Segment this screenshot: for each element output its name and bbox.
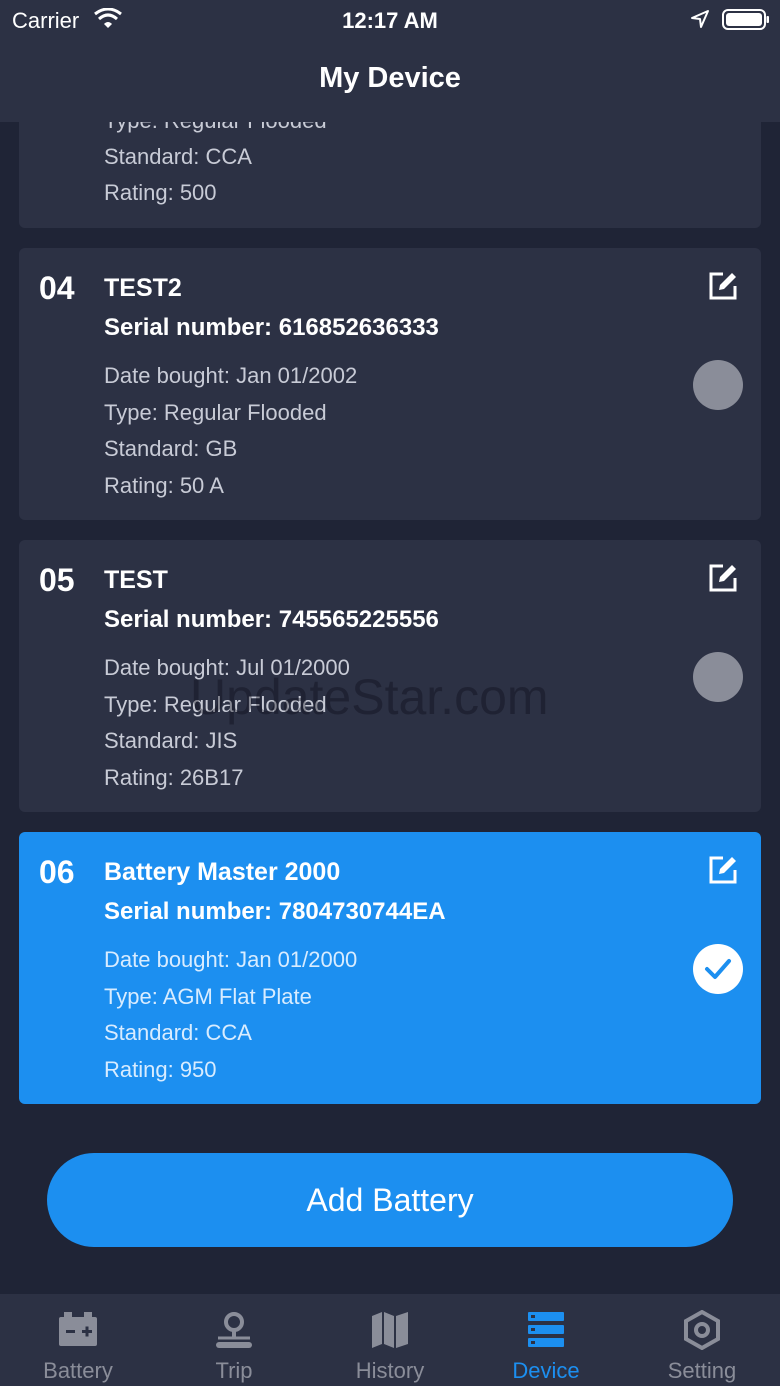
tab-device[interactable]: Device	[468, 1294, 624, 1386]
page-title: My Device	[319, 62, 461, 94]
tab-setting[interactable]: Setting	[624, 1294, 780, 1386]
tab-label: Battery	[43, 1358, 113, 1383]
tab-battery[interactable]: Battery	[0, 1294, 156, 1386]
card-standard: Standard: GB	[104, 436, 238, 461]
tab-bar: Battery Trip History Device Setting	[0, 1294, 780, 1386]
clock: 12:17 AM	[342, 8, 438, 33]
battery-icon	[59, 1312, 97, 1346]
select-radio-checked[interactable]	[693, 944, 743, 994]
card-number: 06	[39, 854, 75, 890]
edit-icon[interactable]	[707, 854, 739, 886]
card-date: Date bought: Jan 01/2000	[104, 947, 358, 972]
card-name: Battery Master 2000	[104, 858, 341, 886]
tab-label: Trip	[215, 1358, 253, 1383]
card-rating: Rating: 500	[104, 180, 217, 205]
edit-icon[interactable]	[707, 562, 739, 594]
card-type: Type: Regular Flooded	[104, 692, 327, 717]
tab-label: Setting	[667, 1358, 737, 1383]
card-date: Date bought: Jul 01/2000	[104, 655, 350, 680]
card-standard: Standard: CCA	[104, 1020, 252, 1045]
card-serial: Serial number: 7804730744EA	[104, 898, 446, 925]
card-standard: Standard: CCA	[104, 144, 252, 169]
status-bar: Carrier 12:17 AM	[0, 0, 780, 40]
screen: Carrier 12:17 AM My Device Type: Regular…	[0, 0, 780, 1386]
card-name: TEST	[104, 566, 168, 594]
card-date: Date bought: Jan 01/2002	[104, 363, 358, 388]
checkmark-icon	[705, 959, 731, 979]
select-radio[interactable]	[693, 652, 743, 702]
card-type: Type: AGM Flat Plate	[104, 984, 312, 1009]
battery-card[interactable]: 04 TEST2 Serial number: 616852636333 Dat…	[19, 248, 761, 520]
card-number: 04	[39, 270, 75, 306]
top-bar: Carrier 12:17 AM My Device	[0, 0, 780, 122]
tab-label: Device	[512, 1358, 580, 1383]
card-type: Type: Regular Flooded	[104, 122, 327, 134]
trip-pin-icon	[216, 1312, 252, 1348]
card-serial: Serial number: 745565225556	[104, 606, 439, 633]
card-number: 05	[39, 562, 75, 598]
tab-history[interactable]: History	[312, 1294, 468, 1386]
tab-label: History	[355, 1358, 425, 1383]
card-type: Type: Regular Flooded	[104, 400, 327, 425]
card-name: TEST2	[104, 274, 182, 302]
history-book-icon	[372, 1312, 408, 1348]
card-rating: Rating: 50 A	[104, 473, 224, 498]
edit-icon[interactable]	[707, 270, 739, 302]
location-arrow-icon	[691, 10, 709, 28]
tab-trip[interactable]: Trip	[156, 1294, 312, 1386]
setting-hex-icon	[684, 1310, 720, 1350]
battery-card[interactable]: 05 TEST Serial number: 745565225556 Date…	[19, 540, 761, 812]
card-rating: Rating: 26B17	[104, 765, 244, 790]
device-list-icon	[528, 1312, 564, 1347]
battery-card-selected[interactable]: 06 Battery Master 2000 Serial number: 78…	[19, 832, 761, 1104]
card-serial: Serial number: 616852636333	[104, 314, 439, 341]
battery-card-partial[interactable]: Type: Regular Flooded Standard: CCA Rati…	[19, 122, 761, 228]
card-standard: Standard: JIS	[104, 728, 238, 753]
add-battery-button[interactable]: Add Battery	[47, 1153, 733, 1247]
battery-list[interactable]: Type: Regular Flooded Standard: CCA Rati…	[0, 122, 780, 1137]
select-radio[interactable]	[693, 360, 743, 410]
battery-status-icon	[722, 9, 769, 30]
card-rating: Rating: 950	[104, 1057, 217, 1082]
